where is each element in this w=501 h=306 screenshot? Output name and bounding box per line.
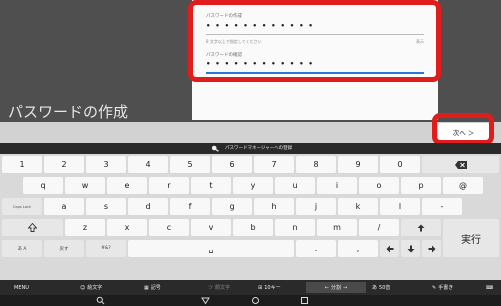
arrow-left-key[interactable] — [380, 240, 399, 257]
emoji-button[interactable]: ☺ 絵文字 — [80, 282, 102, 293]
search-icon[interactable] — [96, 296, 105, 305]
tenkey-label: 10キー — [264, 285, 281, 291]
symbols-key[interactable]: #&? — [86, 240, 126, 257]
kaomoji-icon: ツ — [208, 285, 214, 291]
key-6[interactable]: 6 — [212, 156, 252, 173]
caps-lock-key[interactable]: Caps Lock — [2, 198, 42, 215]
kana-icon: あ — [372, 285, 378, 291]
key-r[interactable]: r — [149, 177, 189, 194]
key-7[interactable]: 7 — [254, 156, 294, 173]
key-w[interactable]: w — [65, 177, 105, 194]
kana-toggle-key[interactable]: あ A — [2, 240, 42, 257]
shift-key[interactable] — [2, 219, 63, 236]
arrow-right-key[interactable] — [422, 240, 441, 257]
key-icon — [211, 145, 219, 152]
page-title: パスワードの作成 — [8, 103, 129, 121]
grid-icon: ⊞ — [258, 284, 263, 291]
split-left-icon: ← — [324, 284, 329, 291]
key-e[interactable]: e — [107, 177, 147, 194]
key-x[interactable]: x — [107, 219, 147, 236]
key-at[interactable]: @ — [443, 177, 483, 194]
symbols-icon: ▦ — [144, 284, 149, 291]
next-highlight-box — [432, 113, 494, 145]
key-y[interactable]: y — [233, 177, 273, 194]
space-key[interactable]: ␣ — [128, 240, 294, 257]
pen-icon: ✎ — [432, 284, 437, 291]
key-f[interactable]: f — [170, 198, 210, 215]
menu-button[interactable]: MENU — [14, 282, 29, 293]
keyboard-icon: ⌨ — [486, 284, 494, 291]
shift-icon — [28, 223, 37, 232]
keyboard-function-bar — [0, 280, 501, 295]
key-m[interactable]: m — [317, 219, 357, 236]
handwriting-button[interactable]: ✎ 手書き — [432, 282, 453, 293]
fifty-label: 50音 — [379, 285, 391, 291]
emoji-label: 絵文字 — [87, 285, 103, 291]
key-a[interactable]: a — [44, 198, 84, 215]
key-d[interactable]: d — [128, 198, 168, 215]
back-icon[interactable] — [201, 296, 210, 305]
smiley-icon: ☺ — [80, 284, 86, 291]
arrow-down-key[interactable] — [401, 240, 420, 257]
key-u[interactable]: u — [275, 177, 315, 194]
key-z[interactable]: z — [65, 219, 105, 236]
enter-key[interactable]: 実行 — [443, 219, 499, 257]
key-8[interactable]: 8 — [296, 156, 336, 173]
key-1[interactable]: 1 — [2, 156, 42, 173]
key-dot[interactable]: . — [296, 240, 336, 257]
next-bar — [0, 122, 501, 143]
backspace-icon — [454, 160, 467, 169]
arrow-down-icon — [407, 245, 414, 252]
key-comma[interactable]: , — [338, 240, 378, 257]
key-j[interactable]: j — [296, 198, 336, 215]
key-4[interactable]: 4 — [128, 156, 168, 173]
split-right-icon: → — [343, 284, 348, 291]
fifty-sound-button[interactable]: あ 50音 — [372, 282, 390, 293]
split-label: 分割 — [330, 285, 341, 291]
key-hyphen[interactable]: - — [422, 198, 462, 215]
key-g[interactable]: g — [212, 198, 252, 215]
form-highlight-box — [188, 0, 441, 82]
kaomoji-button[interactable]: ツ 顔文字 — [208, 282, 230, 293]
key-2[interactable]: 2 — [44, 156, 84, 173]
backspace-key[interactable] — [422, 156, 499, 173]
key-v[interactable]: v — [191, 219, 231, 236]
key-0[interactable]: 0 — [380, 156, 420, 173]
handwriting-label: 手書き — [438, 285, 454, 291]
split-button[interactable]: ← 分割 → — [306, 282, 366, 293]
arrow-right-icon — [428, 245, 435, 252]
arrow-left-icon — [386, 245, 393, 252]
key-t[interactable]: t — [191, 177, 231, 194]
arrow-up-icon — [417, 224, 425, 231]
key-b[interactable]: b — [233, 219, 273, 236]
key-i[interactable]: i — [317, 177, 357, 194]
key-h[interactable]: h — [254, 198, 294, 215]
kigo-button[interactable]: ▦ 記号 — [144, 282, 161, 293]
key-q[interactable]: q — [23, 177, 63, 194]
key-slash[interactable]: / — [359, 219, 399, 236]
key-k[interactable]: k — [338, 198, 378, 215]
password-manager-suggestion[interactable]: パスワードマネージャーへの登録 — [225, 145, 292, 151]
arrow-up-key[interactable] — [401, 219, 441, 236]
key-o[interactable]: o — [359, 177, 399, 194]
tenkey-button[interactable]: ⊞ 10キー — [258, 282, 281, 293]
key-5[interactable]: 5 — [170, 156, 210, 173]
kaomoji-label: 顔文字 — [215, 285, 231, 291]
key-s[interactable]: s — [86, 198, 126, 215]
key-l[interactable]: l — [380, 198, 420, 215]
key-3[interactable]: 3 — [86, 156, 126, 173]
key-p[interactable]: p — [401, 177, 441, 194]
home-icon[interactable] — [251, 296, 260, 305]
key-c[interactable]: c — [149, 219, 189, 236]
recents-icon[interactable] — [300, 296, 309, 305]
undo-key[interactable]: 戻す — [44, 240, 84, 257]
key-9[interactable]: 9 — [338, 156, 378, 173]
key-n[interactable]: n — [275, 219, 315, 236]
keyboard-hide-button[interactable]: ⌨ — [486, 282, 493, 293]
kigo-label: 記号 — [150, 285, 161, 291]
